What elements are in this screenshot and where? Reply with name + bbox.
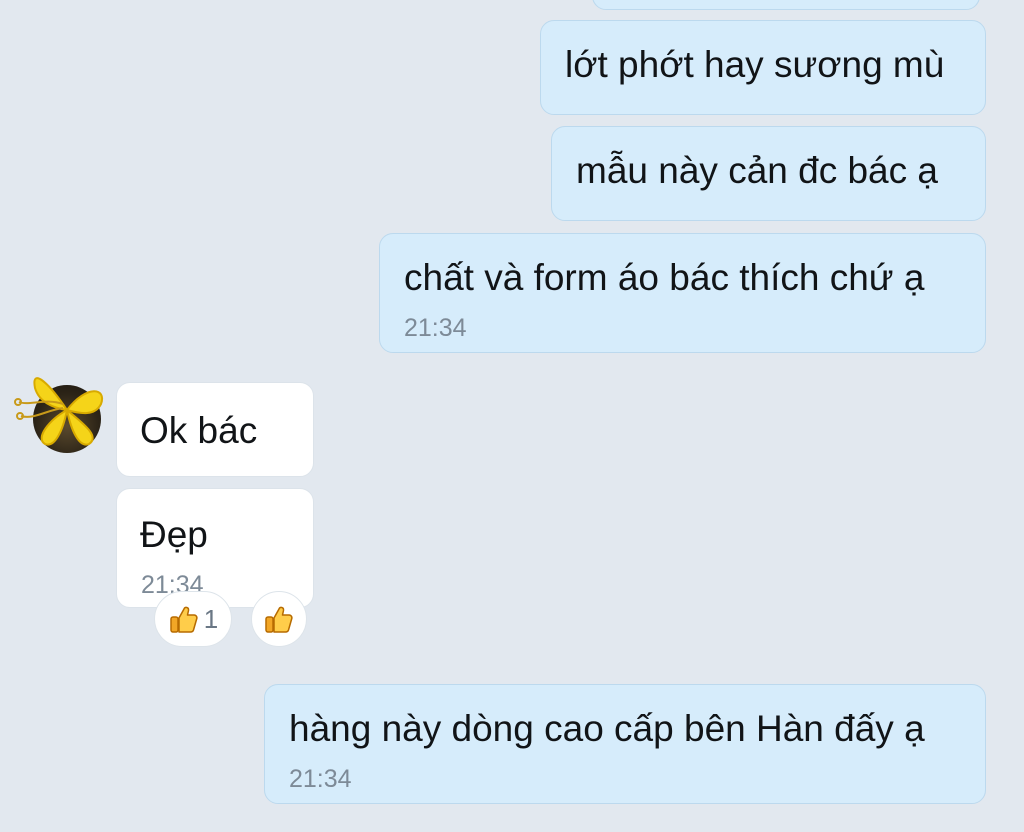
thumbs-up-icon	[170, 606, 198, 633]
message-timestamp: 21:34	[289, 765, 352, 793]
message-text: Đẹp	[140, 514, 208, 555]
message-text: Ok bác	[140, 410, 258, 451]
reaction-count: 1	[203, 603, 219, 634]
reaction-chip[interactable]: 1	[154, 591, 232, 647]
message-text: mẫu này cản đc bác ạ	[576, 150, 938, 191]
chat-thread: lớt phớt hay sương mù mẫu này cản đc bác…	[0, 0, 1024, 832]
message-bubble-incoming[interactable]: Đẹp 21:34	[116, 488, 314, 608]
message-bubble-outgoing[interactable]: hàng này dòng cao cấp bên Hàn đấy ạ 21:3…	[264, 684, 986, 804]
message-timestamp: 21:34	[404, 314, 467, 342]
message-bubble-incoming[interactable]: Ok bác	[116, 382, 314, 477]
contact-avatar[interactable]	[14, 377, 104, 453]
message-bubble-outgoing[interactable]: lớt phớt hay sương mù	[540, 20, 986, 115]
message-bubble-outgoing[interactable]: chất và form áo bác thích chứ ạ 21:34	[379, 233, 986, 353]
add-reaction-button[interactable]	[251, 591, 307, 647]
thumbs-up-icon	[265, 606, 293, 633]
message-text: lớt phớt hay sương mù	[565, 44, 945, 85]
message-bubble-partial[interactable]	[592, 0, 980, 10]
message-text: hàng này dòng cao cấp bên Hàn đấy ạ	[289, 708, 925, 749]
message-text: chất và form áo bác thích chứ ạ	[404, 257, 925, 298]
message-bubble-outgoing[interactable]: mẫu này cản đc bác ạ	[551, 126, 986, 221]
